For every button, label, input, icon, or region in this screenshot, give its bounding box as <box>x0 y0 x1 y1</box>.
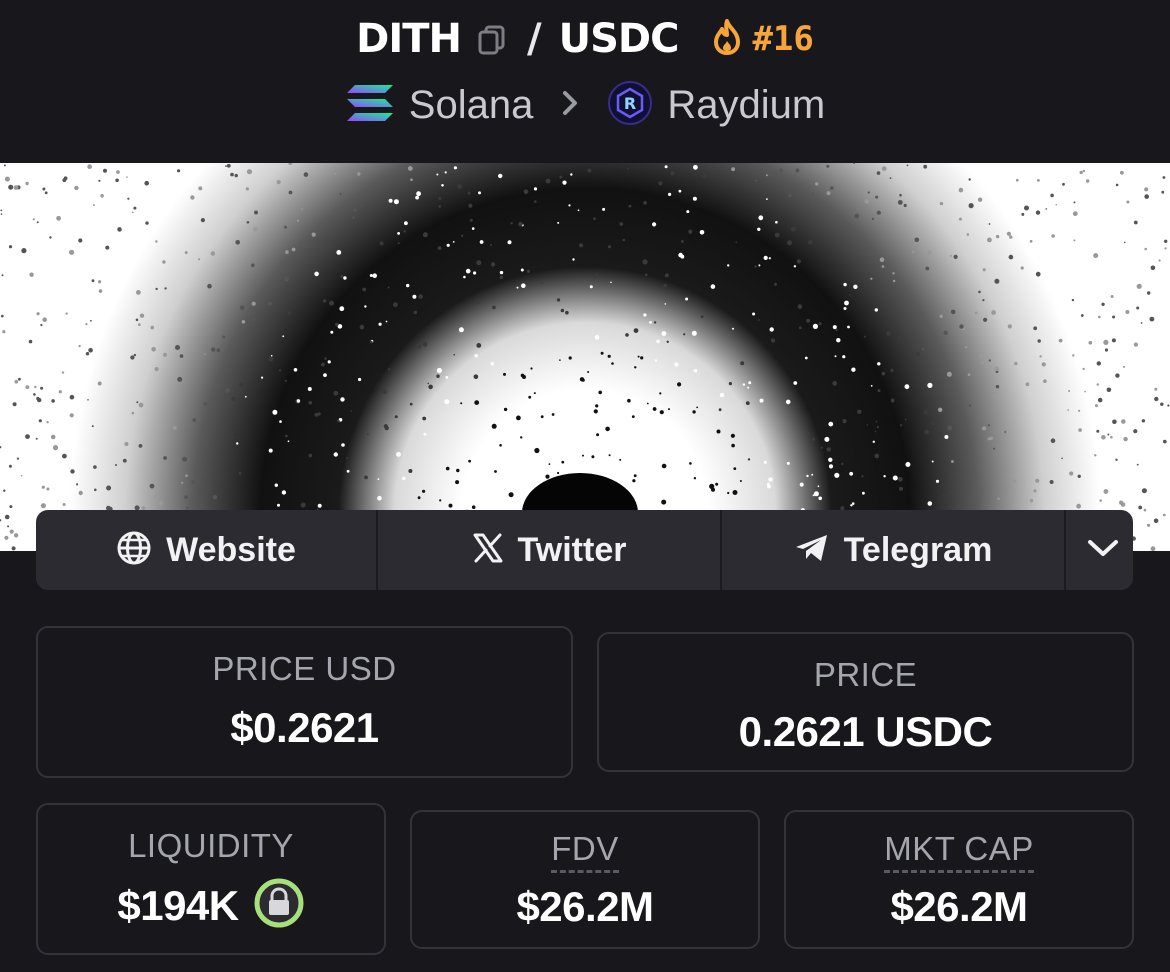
svg-text:R: R <box>624 94 636 113</box>
quote-token-symbol: USDC <box>558 16 680 62</box>
market-cap-value: $26.2M <box>890 883 1028 930</box>
x-icon <box>472 532 504 569</box>
base-token-symbol: DITH <box>356 16 462 62</box>
lock-icon[interactable] <box>253 877 305 934</box>
liquidity-label: LIQUIDITY <box>128 827 294 864</box>
twitter-button[interactable]: Twitter <box>378 510 722 590</box>
flame-icon <box>710 18 744 60</box>
price-value: 0.2621 USDC <box>738 708 993 755</box>
raydium-logo-icon: R <box>607 80 653 131</box>
solana-logo-icon <box>345 83 395 128</box>
price-usd-label: PRICE USD <box>212 650 397 687</box>
fdv-card[interactable]: FDV $26.2M <box>410 810 760 949</box>
fdv-value: $26.2M <box>516 883 654 930</box>
copy-icon[interactable] <box>475 22 509 56</box>
chevron-right-icon <box>561 84 579 126</box>
price-card: PRICE 0.2621 USDC <box>597 632 1134 772</box>
liquidity-card: LIQUIDITY $194K <box>36 803 386 955</box>
price-usd-card: PRICE USD $0.2621 <box>36 626 573 778</box>
price-usd-value: $0.2621 <box>230 704 379 751</box>
market-cap-label[interactable]: MKT CAP <box>884 830 1034 873</box>
telegram-icon <box>794 532 830 569</box>
chain-name[interactable]: Solana <box>409 83 534 128</box>
pair-header: DITH / USDC #16 Solana R Raydium <box>0 0 1170 163</box>
price-label: PRICE <box>813 656 918 693</box>
more-links-button[interactable] <box>1066 510 1133 590</box>
twitter-label: Twitter <box>517 530 627 569</box>
website-button[interactable]: Website <box>36 510 378 590</box>
breadcrumb: Solana R Raydium <box>0 78 1170 132</box>
pair-separator: / <box>526 16 542 62</box>
social-links-bar: Website Twitter Telegram <box>36 510 1133 590</box>
pair-title-row: DITH / USDC #16 <box>0 14 1170 64</box>
telegram-button[interactable]: Telegram <box>722 510 1066 590</box>
telegram-label: Telegram <box>843 530 993 569</box>
market-cap-card[interactable]: MKT CAP $26.2M <box>784 810 1134 949</box>
liquidity-row: $194K <box>117 877 304 934</box>
rank-number: #16 <box>752 19 814 59</box>
globe-icon <box>116 530 152 571</box>
token-banner-image <box>0 163 1170 551</box>
liquidity-value: $194K <box>117 881 239 929</box>
trending-rank[interactable]: #16 <box>710 18 814 60</box>
dex-name[interactable]: Raydium <box>667 83 825 128</box>
website-label: Website <box>166 530 296 569</box>
chevron-down-icon <box>1086 537 1120 564</box>
fdv-label[interactable]: FDV <box>551 830 619 873</box>
